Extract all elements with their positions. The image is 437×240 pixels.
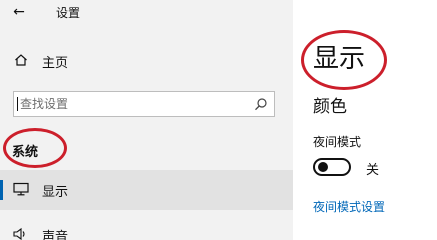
content-pane: 显示 颜色 夜间模式 关 夜间模式设置 (293, 0, 437, 240)
night-light-label: 夜间模式 (313, 135, 362, 149)
monitor-icon (13, 182, 29, 196)
page-title: 显示 (313, 44, 366, 74)
search-box (13, 91, 275, 117)
text-caret (17, 97, 18, 111)
search-icon[interactable] (254, 97, 268, 111)
night-light-settings-link[interactable]: 夜间模式设置 (313, 198, 385, 215)
search-input[interactable] (14, 92, 250, 116)
toggle-knob (318, 162, 328, 172)
night-light-state: 关 (366, 163, 380, 178)
night-light-toggle[interactable] (313, 158, 351, 176)
section-header-system: 系统 (12, 145, 39, 160)
sidebar-item-label: 显示 (42, 185, 69, 200)
sidebar-item-label: 声音 (42, 230, 69, 240)
sidebar-item-home[interactable]: 主页 (0, 50, 293, 72)
section-title-color: 颜色 (313, 97, 347, 117)
sidebar: ← 设置 主页 系统 显示 (0, 0, 293, 240)
sidebar-item-display[interactable]: 显示 (0, 170, 293, 210)
speaker-icon (13, 227, 25, 240)
sidebar-item-sound[interactable]: 声音 (0, 224, 293, 240)
app-title: 设置 (56, 6, 81, 20)
back-button[interactable]: ← (9, 2, 29, 22)
home-icon (15, 54, 27, 66)
settings-window: ← 设置 主页 系统 显示 (0, 0, 437, 240)
selection-indicator (0, 180, 3, 200)
sidebar-item-label: 主页 (42, 56, 69, 71)
back-arrow-icon: ← (13, 4, 25, 20)
